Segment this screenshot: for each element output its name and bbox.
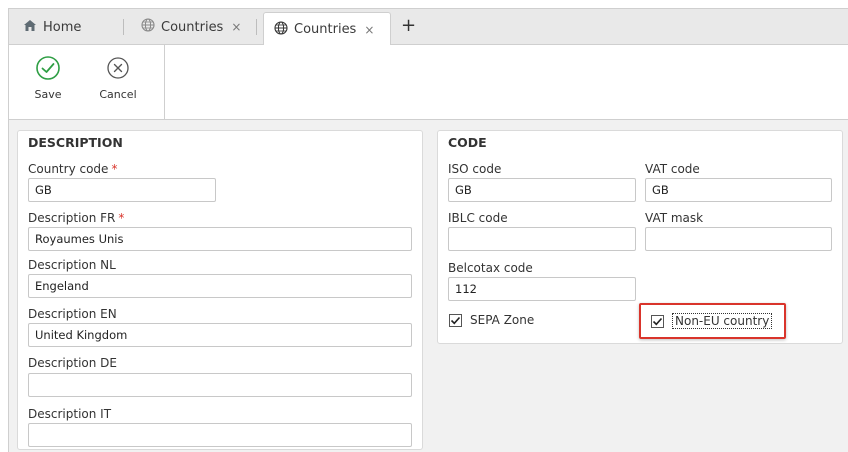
close-icon[interactable]: × xyxy=(231,20,241,34)
app-window: Home Countries × Countries × + Save Canc… xyxy=(8,8,848,452)
description-en-input[interactable] xyxy=(28,323,412,347)
vat-mask-input[interactable] xyxy=(645,227,832,251)
cancel-label: Cancel xyxy=(99,88,137,101)
non-eu-country-checkbox[interactable]: Non-EU country xyxy=(651,313,773,329)
sepa-zone-checkbox[interactable]: SEPA Zone xyxy=(449,313,534,327)
tab-bar: Home Countries × Countries × + xyxy=(9,9,848,46)
description-nl-input[interactable] xyxy=(28,274,412,298)
tab-countries-1-label: Countries xyxy=(161,19,224,35)
iblc-code-input[interactable] xyxy=(448,227,636,251)
description-title: DESCRIPTION xyxy=(28,135,123,150)
code-panel: CODE ISO code VAT code IBLC code VAT mas… xyxy=(437,130,843,344)
toolbar-divider xyxy=(164,45,165,120)
belcotax-code-input[interactable] xyxy=(448,277,636,301)
new-tab-button[interactable]: + xyxy=(401,16,416,36)
iso-code-label: ISO code xyxy=(448,162,502,176)
vat-mask-label: VAT mask xyxy=(645,211,704,225)
description-en-label: Description EN xyxy=(28,307,117,321)
required-mark: * xyxy=(118,211,125,225)
description-de-label: Description DE xyxy=(28,356,117,370)
country-code-label-text: Country code xyxy=(28,162,109,176)
description-fr-input[interactable] xyxy=(28,227,412,251)
code-title: CODE xyxy=(448,135,487,150)
iblc-code-label: IBLC code xyxy=(448,211,508,225)
tab-countries-2[interactable]: Countries × xyxy=(263,12,391,46)
description-de-input[interactable] xyxy=(28,373,412,397)
vat-code-input[interactable] xyxy=(645,178,832,202)
description-it-input[interactable] xyxy=(28,423,412,447)
cancel-button[interactable]: Cancel xyxy=(91,55,145,101)
description-it-label: Description IT xyxy=(28,407,112,421)
iso-code-input[interactable] xyxy=(448,178,636,202)
home-icon xyxy=(23,19,37,36)
tab-home-label: Home xyxy=(43,19,82,35)
globe-icon xyxy=(274,20,288,39)
close-circle-icon xyxy=(105,55,131,84)
checkbox-checked-icon[interactable] xyxy=(651,314,664,328)
required-mark: * xyxy=(111,162,118,176)
non-eu-country-label: Non-EU country xyxy=(672,313,773,329)
checkbox-checked-icon[interactable] xyxy=(449,313,462,327)
tab-home[interactable]: Home xyxy=(13,9,91,45)
description-fr-label-text: Description FR xyxy=(28,211,116,225)
tab-separator xyxy=(256,19,257,35)
belcotax-code-label: Belcotax code xyxy=(448,261,533,275)
vat-code-label: VAT code xyxy=(645,162,700,176)
description-fr-label: Description FR * xyxy=(28,211,124,225)
country-code-input[interactable] xyxy=(28,178,216,202)
check-circle-icon xyxy=(35,55,61,84)
tab-separator xyxy=(123,19,124,35)
save-button[interactable]: Save xyxy=(21,55,75,101)
toolbar: Save Cancel xyxy=(9,45,848,120)
close-icon[interactable]: × xyxy=(364,23,374,37)
save-label: Save xyxy=(34,88,62,101)
tab-countries-2-label: Countries xyxy=(294,22,357,37)
description-nl-label: Description NL xyxy=(28,258,116,272)
country-code-label: Country code * xyxy=(28,162,117,176)
description-panel: DESCRIPTION Country code* Description FR… xyxy=(17,130,423,450)
sepa-zone-label: SEPA Zone xyxy=(470,313,535,327)
globe-icon xyxy=(141,18,155,36)
tab-countries-1[interactable]: Countries × xyxy=(131,9,251,45)
